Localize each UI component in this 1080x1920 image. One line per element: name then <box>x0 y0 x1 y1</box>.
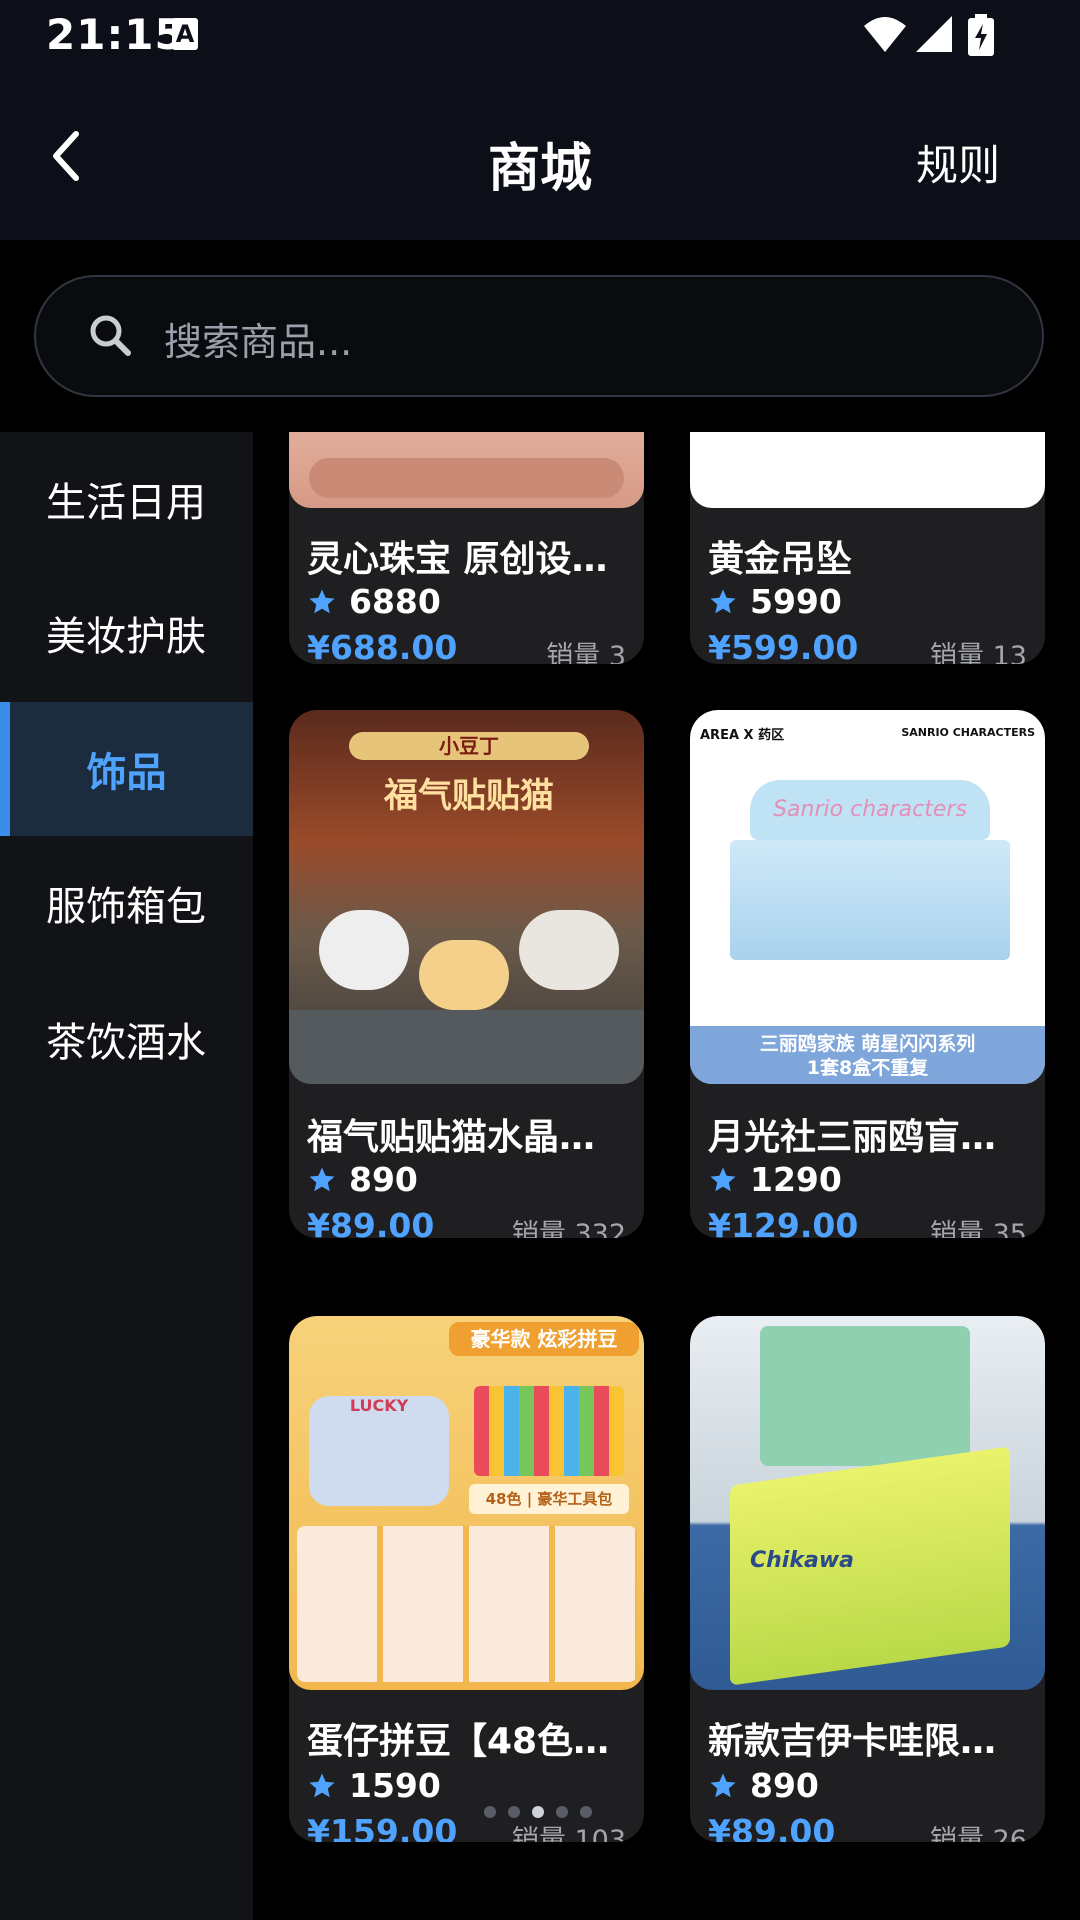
page-dot-active <box>532 1806 544 1818</box>
product-price: ¥129.00 <box>708 1206 859 1238</box>
product-points: 6880 <box>307 582 441 621</box>
signal-icon <box>916 16 952 52</box>
status-time: 21:15 <box>46 10 185 59</box>
search-bar[interactable]: 搜索商品... <box>34 275 1044 397</box>
product-points: 890 <box>307 1160 418 1199</box>
points-value: 890 <box>349 1160 418 1199</box>
product-title: 福气贴贴猫水晶… <box>307 1117 596 1158</box>
search-input[interactable]: 搜索商品... <box>164 311 352 366</box>
product-sales: 销量 332 <box>511 1219 626 1238</box>
points-value: 6880 <box>349 582 441 621</box>
star-icon <box>710 1773 736 1797</box>
product-price: ¥688.00 <box>307 628 458 664</box>
points-value: 1590 <box>349 1766 441 1805</box>
points-value: 5990 <box>750 582 842 621</box>
sidebar-item-label: 服饰箱包 <box>46 884 206 930</box>
product-title: 月光社三丽鸥盲… <box>708 1117 997 1158</box>
sidebar-item-label: 美妆护肤 <box>46 614 206 660</box>
product-card[interactable]: AREA X 药区 SANRIO CHARACTERS Sanrio chara… <box>690 710 1045 1238</box>
battery-icon <box>968 14 994 56</box>
image-caption: AREA X 药区 <box>700 728 785 743</box>
product-image: AREA X 药区 SANRIO CHARACTERS Sanrio chara… <box>690 710 1045 1084</box>
product-title: 新款吉伊卡哇限… <box>708 1721 997 1762</box>
product-points: 1590 <box>307 1766 441 1805</box>
image-caption: 炫彩拼豆 <box>537 1327 618 1351</box>
product-price: ¥89.00 <box>708 1812 836 1842</box>
image-caption: 豪华款 <box>470 1327 531 1351</box>
product-image: 小豆丁 福气贴贴猫 <box>289 710 644 1084</box>
star-icon <box>710 1167 736 1191</box>
sidebar-item-daily[interactable]: 生活日用 <box>0 432 253 566</box>
page-dot <box>556 1806 568 1818</box>
notification-icon: A <box>172 18 198 50</box>
sidebar-item-beauty[interactable]: 美妆护肤 <box>0 566 253 700</box>
search-icon <box>90 315 131 356</box>
image-caption: Chikawa <box>750 1548 854 1573</box>
product-sales: 销量 35 <box>930 1219 1027 1238</box>
product-title: 黄金吊坠 <box>708 539 853 580</box>
product-image: 豪华款 炫彩拼豆 LUCKY 48色 | 豪华工具包 <box>289 1316 644 1690</box>
product-sales: 销量 3 <box>546 641 626 664</box>
image-caption: LUCKY <box>309 1396 449 1506</box>
sidebar-item-clothing[interactable]: 服饰箱包 <box>0 836 253 970</box>
category-sidebar: 生活日用 美妆护肤 饰品 服饰箱包 茶饮酒水 <box>0 432 253 1920</box>
product-sales: 销量 13 <box>930 641 1027 664</box>
product-card[interactable]: 灵心珠宝 原创设… 6880 ¥688.00 销量 3 <box>289 432 644 664</box>
product-price: ¥599.00 <box>708 628 859 664</box>
product-title: 蛋仔拼豆【48色… <box>307 1721 610 1762</box>
sidebar-item-label: 饰品 <box>86 750 167 796</box>
star-icon <box>710 589 736 613</box>
image-caption: 1套8盒不重复 <box>806 1057 929 1079</box>
product-image <box>289 432 644 508</box>
sidebar-item-accessories[interactable]: 饰品 <box>0 702 253 836</box>
product-image: Chikawa <box>690 1316 1045 1690</box>
product-grid: 灵心珠宝 原创设… 6880 ¥688.00 销量 3 黄金吊坠 5990 ¥5… <box>253 432 1080 1920</box>
product-points: 5990 <box>708 582 842 621</box>
product-card[interactable]: 小豆丁 福气贴贴猫 福气贴贴猫水晶… 890 ¥89.00 销量 332 <box>289 710 644 1238</box>
image-caption: 小豆丁 <box>349 732 589 760</box>
product-card[interactable]: 黄金吊坠 5990 ¥599.00 销量 13 <box>690 432 1045 664</box>
points-value: 1290 <box>750 1160 842 1199</box>
page-dot <box>508 1806 520 1818</box>
product-points: 890 <box>708 1766 819 1805</box>
page-dot <box>484 1806 496 1818</box>
product-card[interactable]: Chikawa 新款吉伊卡哇限… 890 ¥89.00 销量 26 <box>690 1316 1045 1842</box>
sidebar-item-label: 生活日用 <box>46 480 206 526</box>
product-image <box>690 432 1045 508</box>
star-icon <box>309 589 335 613</box>
sidebar-item-drinks[interactable]: 茶饮酒水 <box>0 972 253 1106</box>
star-icon <box>309 1167 335 1191</box>
image-caption: 福气贴贴猫 <box>384 776 554 816</box>
image-caption: 48色 | 豪华工具包 <box>469 1484 629 1514</box>
product-price: ¥159.00 <box>307 1812 458 1842</box>
product-price: ¥89.00 <box>307 1206 435 1238</box>
product-card[interactable]: 豪华款 炫彩拼豆 LUCKY 48色 | 豪华工具包 蛋仔拼豆【48色… 159… <box>289 1316 644 1842</box>
page-indicator <box>484 1806 592 1818</box>
rules-link[interactable]: 规则 <box>916 132 1000 193</box>
image-caption: 三丽鸥家族 萌星闪闪系列 <box>759 1033 976 1055</box>
sidebar-item-label: 茶饮酒水 <box>46 1020 206 1066</box>
points-value: 890 <box>750 1766 819 1805</box>
image-caption: Sanrio characters <box>750 780 990 840</box>
product-sales: 销量 103 <box>511 1825 626 1842</box>
image-caption: SANRIO CHARACTERS <box>901 726 1035 739</box>
wifi-icon <box>864 17 906 52</box>
star-icon <box>309 1773 335 1797</box>
product-title: 灵心珠宝 原创设… <box>307 539 608 580</box>
page-dot <box>580 1806 592 1818</box>
product-points: 1290 <box>708 1160 842 1199</box>
product-sales: 销量 26 <box>930 1825 1027 1842</box>
status-bar: 21:15 A <box>0 0 1080 70</box>
header: 商城 规则 <box>0 70 1080 240</box>
